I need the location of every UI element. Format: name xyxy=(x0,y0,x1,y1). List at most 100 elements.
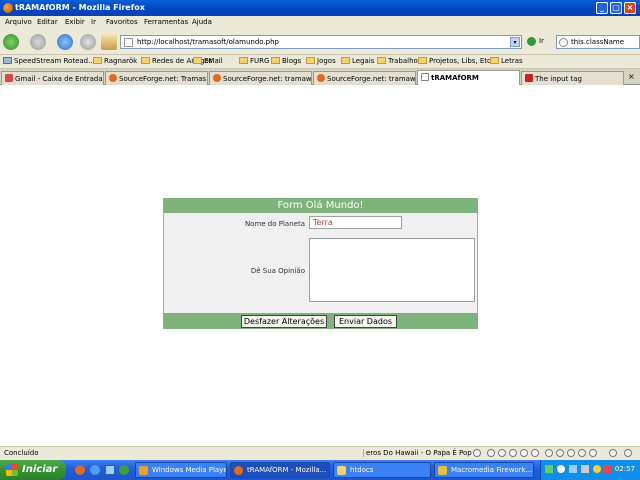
firefox-quicklaunch-icon[interactable] xyxy=(75,465,85,475)
chevron-down-icon[interactable]: ▾ xyxy=(510,37,520,47)
tray-app-icon[interactable] xyxy=(593,465,601,473)
eq-icon[interactable] xyxy=(589,449,597,457)
folder-icon xyxy=(418,57,427,64)
planet-input[interactable]: Terra xyxy=(309,216,402,229)
firefox-icon xyxy=(213,74,221,82)
tab-gmail[interactable]: Gmail - Caixa de Entrada xyxy=(1,71,104,85)
planet-label: Nome do Planeta xyxy=(244,220,305,228)
go-label: Ir xyxy=(539,37,544,45)
tab-tramaform[interactable]: tRAMAfORM xyxy=(417,70,520,85)
pause-icon[interactable] xyxy=(509,449,517,457)
folder-icon xyxy=(141,57,150,64)
bookmarks-toolbar: SpeedStream Rotead... Ragnarök Redes de … xyxy=(0,55,640,69)
menu-ir[interactable]: Ir xyxy=(91,18,96,26)
form-title: Form Olá Mundo! xyxy=(163,198,478,213)
volume-icon[interactable] xyxy=(581,465,589,473)
tab-input-tag[interactable]: The input tag xyxy=(521,71,624,85)
windows-logo-icon xyxy=(6,464,18,476)
player-icon[interactable] xyxy=(473,449,481,457)
menu-favoritos[interactable]: Favoritos xyxy=(106,18,138,26)
status-bar: Concluído eros Do Hawaii - O Papa É Pop xyxy=(0,446,640,460)
menu-exibir[interactable]: Exibir xyxy=(65,18,85,26)
stop-icon[interactable] xyxy=(80,34,96,50)
minimize-button[interactable]: _ xyxy=(596,2,608,14)
start-label: Iniciar xyxy=(22,464,58,475)
folder-icon xyxy=(377,57,386,64)
page-icon xyxy=(421,73,429,81)
home-icon[interactable] xyxy=(101,34,117,50)
router-icon xyxy=(3,57,12,64)
window-titlebar[interactable]: tRAMAfORM - Mozilla Firefox _ □ × xyxy=(0,0,640,16)
ie-quicklaunch-icon[interactable] xyxy=(90,465,100,475)
opinion-label: Dê Sua Opinião xyxy=(250,267,305,275)
tray-app-icon[interactable] xyxy=(603,465,611,473)
volume-icon[interactable] xyxy=(609,449,617,457)
opinion-textarea[interactable] xyxy=(309,238,475,302)
bookmark-item[interactable]: Ragnarök xyxy=(93,57,137,65)
repeat-icon[interactable] xyxy=(545,449,553,457)
menu-ferramentas[interactable]: Ferramentas xyxy=(144,18,188,26)
start-button[interactable]: Iniciar xyxy=(0,460,66,480)
folder-icon xyxy=(490,57,499,64)
clock[interactable]: 02:57 xyxy=(615,465,635,473)
playlist-icon[interactable] xyxy=(567,449,575,457)
bookmark-item[interactable]: SpeedStream Rotead... xyxy=(3,57,95,65)
menu-bar: Arquivo Editar Exibir Ir Favoritos Ferra… xyxy=(0,16,640,29)
task-media-player[interactable]: Windows Media Player xyxy=(135,462,227,478)
close-button[interactable]: × xyxy=(624,2,636,14)
bookmark-item[interactable]: Legais xyxy=(341,57,374,65)
folder-icon xyxy=(93,57,102,64)
tab-sourceforge-2[interactable]: SourceForge.net: tramaw... xyxy=(209,71,312,85)
next-icon[interactable] xyxy=(531,449,539,457)
search-text: this.className xyxy=(571,38,625,46)
menu-ajuda[interactable]: Ajuda xyxy=(192,18,212,26)
url-bar[interactable]: http://localhost/tramasoft/olamundo.php … xyxy=(120,35,522,49)
tab-sourceforge-1[interactable]: SourceForge.net: Tramas... xyxy=(105,71,208,85)
go-button[interactable]: Ir xyxy=(527,35,549,49)
bookmark-item[interactable]: EMail xyxy=(193,57,223,65)
bookmark-item[interactable]: Jogos xyxy=(306,57,336,65)
window-title: tRAMAfORM - Mozilla Firefox xyxy=(15,3,145,12)
firefox-icon xyxy=(317,74,325,82)
media-player-icon xyxy=(139,466,148,475)
task-firefox[interactable]: tRAMAfORM - Mozilla... xyxy=(230,462,330,478)
maximize-button[interactable]: □ xyxy=(610,2,622,14)
reset-button[interactable]: Desfazer Alterações xyxy=(241,315,327,328)
stop-icon[interactable] xyxy=(520,449,528,457)
bookmark-item[interactable]: Blogs xyxy=(271,57,301,65)
submit-button[interactable]: Enviar Dados xyxy=(334,315,397,328)
search-input[interactable]: this.className xyxy=(556,35,640,49)
network-icon[interactable] xyxy=(545,465,553,473)
bookmark-item[interactable]: Trabalho xyxy=(377,57,418,65)
firefox-icon xyxy=(3,3,13,13)
tab-sourceforge-3[interactable]: SourceForge.net: tramaw... xyxy=(313,71,416,85)
tray-app-icon[interactable] xyxy=(557,465,565,473)
shuffle-icon[interactable] xyxy=(556,449,564,457)
close-tab-icon[interactable]: × xyxy=(628,72,635,81)
reload-icon[interactable] xyxy=(57,34,73,50)
bookmark-item[interactable]: Letras xyxy=(490,57,523,65)
back-icon[interactable] xyxy=(3,34,19,50)
bookmark-item[interactable]: Projetos, Libs, Etc xyxy=(418,57,491,65)
task-htdocs[interactable]: htdocs xyxy=(333,462,431,478)
status-text: Concluído xyxy=(4,449,39,457)
menu-editar[interactable]: Editar xyxy=(37,18,58,26)
media-quicklaunch-icon[interactable] xyxy=(119,465,129,475)
fireworks-icon xyxy=(438,466,447,475)
extension-icon[interactable] xyxy=(624,449,632,457)
previous-icon[interactable] xyxy=(487,449,495,457)
menu-arquivo[interactable]: Arquivo xyxy=(5,18,32,26)
desktop-quicklaunch-icon[interactable] xyxy=(105,465,115,475)
tray-app-icon[interactable] xyxy=(569,465,577,473)
play-icon[interactable] xyxy=(498,449,506,457)
page-icon xyxy=(124,38,133,47)
folder-icon xyxy=(271,57,280,64)
options-icon[interactable] xyxy=(578,449,586,457)
bookmark-item[interactable]: FURG xyxy=(239,57,269,65)
task-fireworks[interactable]: Macromedia Firework... xyxy=(434,462,534,478)
tab-bar: Gmail - Caixa de Entrada SourceForge.net… xyxy=(0,69,640,85)
firefox-icon xyxy=(109,74,117,82)
firefox-icon xyxy=(234,466,243,475)
forward-icon[interactable] xyxy=(30,34,46,50)
system-tray: 02:57 xyxy=(540,460,640,480)
